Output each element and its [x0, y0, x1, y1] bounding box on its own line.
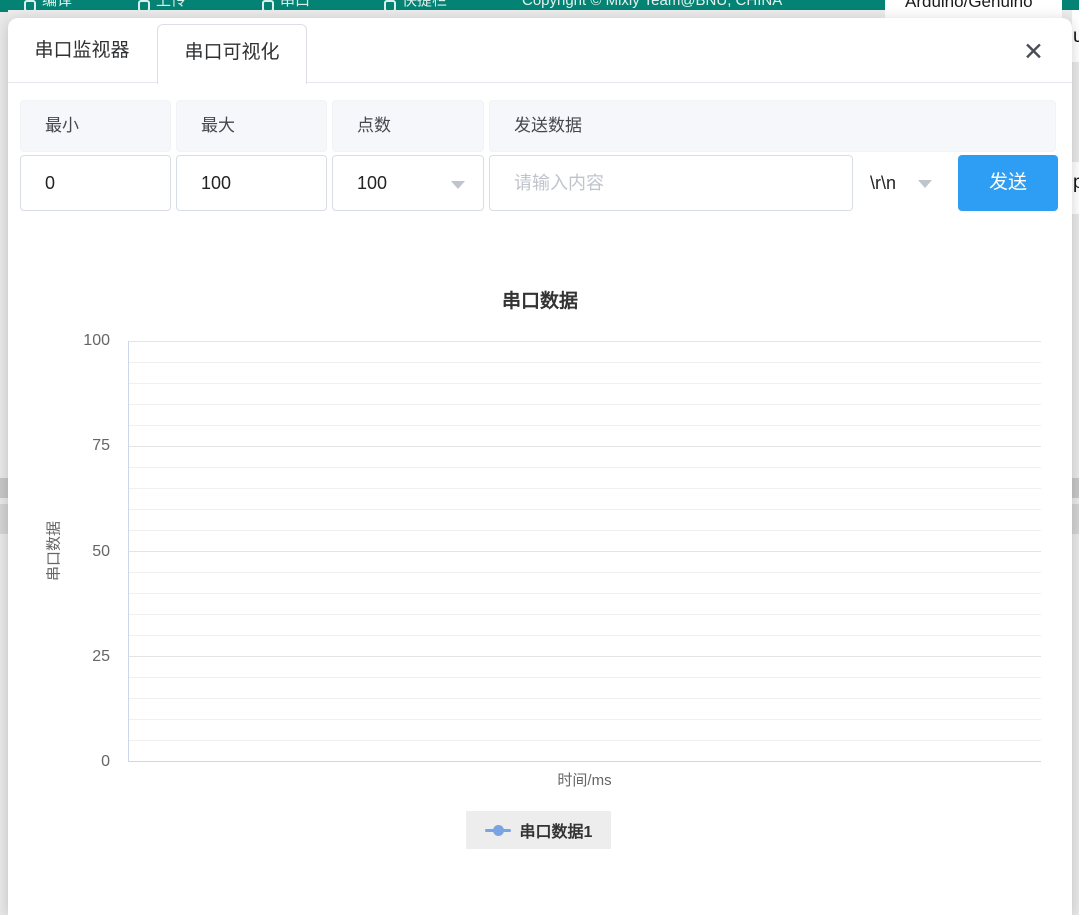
header-points: 点数 — [332, 100, 484, 152]
toolbar-item-upload[interactable]: 上传 — [138, 0, 186, 10]
toolbar-item-serial[interactable]: 串口 — [262, 0, 310, 10]
edge-band — [0, 478, 8, 498]
plot-area — [128, 341, 1041, 762]
board-selector[interactable]: Arduino/Genuino — [885, 0, 1062, 18]
header-min: 最小 — [20, 100, 171, 152]
upload-icon — [138, 0, 150, 10]
edge-band — [1072, 478, 1079, 498]
gridline — [129, 635, 1041, 636]
compile-icon — [24, 0, 36, 10]
tab-serial-monitor[interactable]: 串口监视器 — [18, 18, 146, 83]
gridline — [129, 572, 1041, 573]
gridline — [129, 446, 1041, 447]
y-tick-label: 25 — [58, 647, 110, 667]
y-axis-title: 串口数据 — [43, 521, 64, 581]
legend-item-series1[interactable]: 串口数据1 — [466, 811, 611, 849]
teal-cap — [0, 0, 8, 12]
gridline — [129, 740, 1041, 741]
gridline — [129, 593, 1041, 594]
toolbar-item-quickbar[interactable]: 快捷栏 — [384, 0, 447, 10]
x-axis-title: 时间/ms — [128, 769, 1041, 790]
chart-title: 串口数据 — [8, 286, 1072, 313]
y-tick-label: 50 — [58, 542, 110, 562]
line-ending-select[interactable]: \r\n — [853, 155, 958, 211]
gridline — [129, 530, 1041, 531]
gridline — [129, 698, 1041, 699]
close-icon[interactable]: ✕ — [1023, 40, 1044, 65]
serial-icon — [262, 0, 274, 10]
edge-band — [0, 504, 8, 534]
board-selector-label: Arduino/Genuino — [905, 0, 1033, 12]
gridline — [129, 467, 1041, 468]
tab-serial-visualization[interactable]: 串口可视化 — [157, 24, 307, 84]
clipped-text-u: u — [1073, 26, 1079, 48]
y-tick-label: 75 — [58, 436, 110, 456]
gridline — [129, 488, 1041, 489]
gridline — [129, 341, 1041, 342]
y-tick-label: 0 — [58, 752, 110, 772]
legend-label: 串口数据1 — [520, 818, 593, 842]
toolbar-item-compile[interactable]: 编译 — [24, 0, 72, 10]
chevron-down-icon — [451, 181, 465, 189]
gridline — [129, 677, 1041, 678]
page-edge-left — [0, 0, 8, 915]
send-data-input[interactable] — [489, 155, 853, 211]
serial-dialog: 串口监视器 串口可视化 ✕ 最小 最大 点数 发送数据 100 \r\n 发送 … — [8, 18, 1072, 915]
max-input[interactable] — [176, 155, 327, 211]
line-marker-icon — [485, 824, 511, 837]
min-input[interactable] — [20, 155, 171, 211]
copyright-text: Copyright © Mixly Team@BNU, CHINA — [522, 0, 782, 9]
gridline — [129, 425, 1041, 426]
header-send-data: 发送数据 — [489, 100, 1056, 152]
y-tick-label: 100 — [58, 331, 110, 351]
gridline — [129, 719, 1041, 720]
header-max: 最大 — [176, 100, 327, 152]
page-edge-right: u p — [1072, 10, 1079, 915]
gridline — [129, 383, 1041, 384]
points-select-value: 100 — [357, 173, 387, 193]
send-button[interactable]: 发送 — [958, 155, 1058, 211]
gridline — [129, 551, 1041, 552]
line-ending-value: \r\n — [870, 173, 896, 193]
points-select[interactable]: 100 — [332, 155, 484, 211]
edge-band — [1072, 504, 1079, 534]
quickbar-icon — [384, 0, 396, 10]
gridline — [129, 509, 1041, 510]
gridline — [129, 404, 1041, 405]
gridline — [129, 614, 1041, 615]
chevron-down-icon — [918, 180, 932, 188]
clipped-text-p: p — [1073, 172, 1079, 194]
gridline — [129, 362, 1041, 363]
tab-bar: 串口监视器 串口可视化 ✕ — [8, 18, 1072, 83]
gridline — [129, 656, 1041, 657]
